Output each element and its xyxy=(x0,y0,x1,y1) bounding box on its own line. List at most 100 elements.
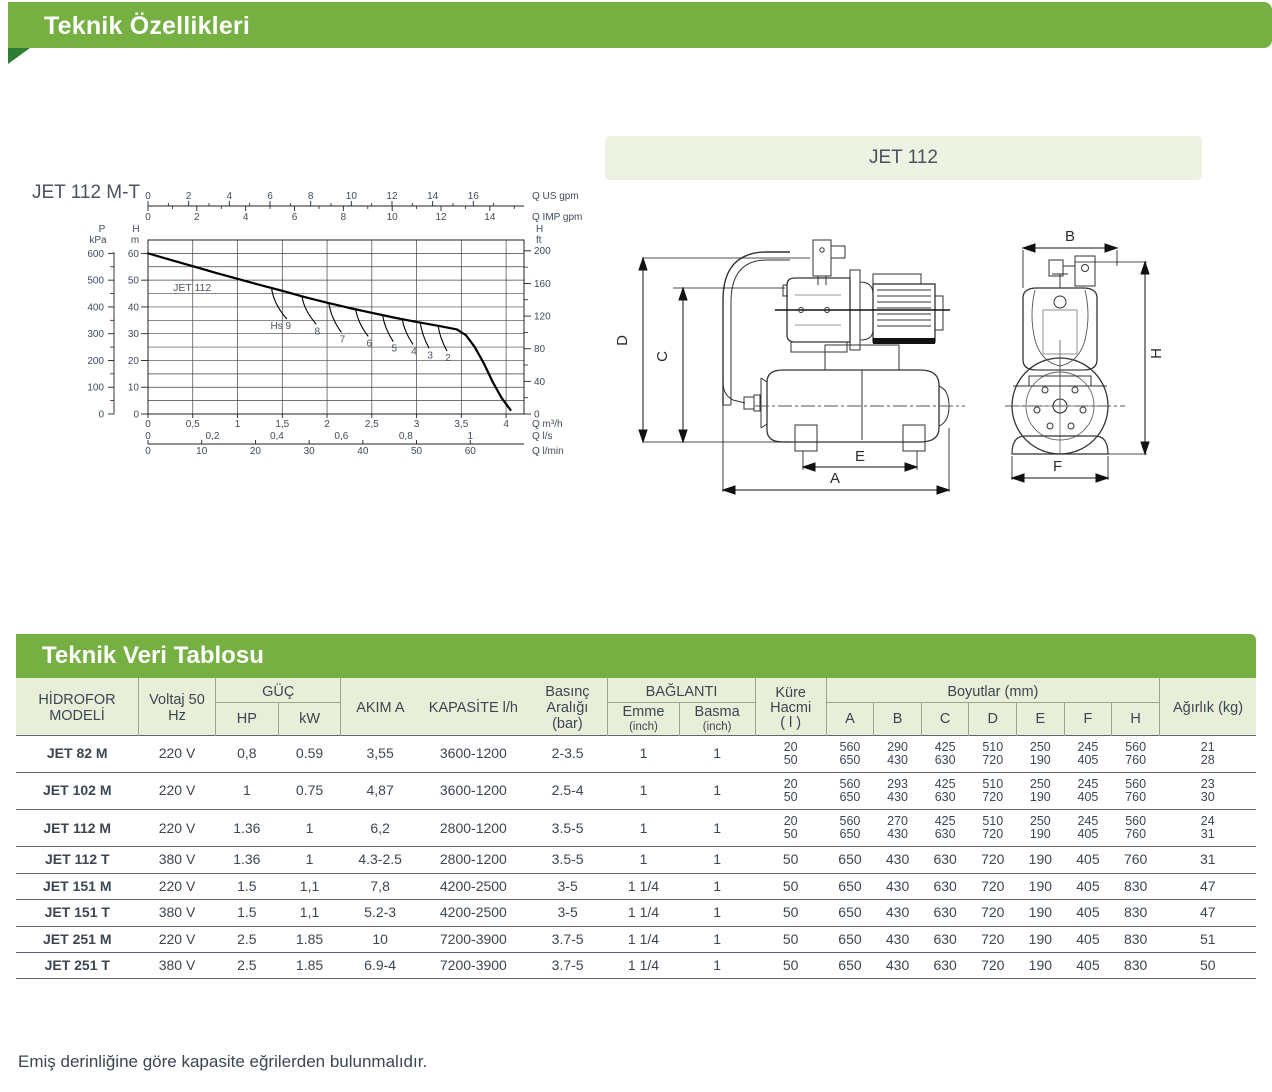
cell-capacity: 3600-1200 xyxy=(419,734,528,773)
cell-weight: 23 30 xyxy=(1159,771,1256,810)
header-capacity: KAPASİTE l/h xyxy=(419,678,528,736)
cell-tank: 20 50 xyxy=(755,734,827,773)
header-conn-discharge: Basma (inch) xyxy=(678,702,756,736)
cell-line: 50 xyxy=(783,827,798,842)
cell-f: 245 405 xyxy=(1064,771,1112,810)
cell-tank: 50 xyxy=(755,925,827,953)
svg-text:0: 0 xyxy=(145,191,151,202)
footer-note: Emiş derinliğine göre kapasite eğrilerde… xyxy=(18,1052,428,1071)
cell-weight: 50 xyxy=(1159,952,1256,980)
page-title: Teknik Özellikleri xyxy=(44,12,251,40)
svg-text:kPa: kPa xyxy=(89,235,107,246)
cell-e: 190 xyxy=(1016,899,1065,927)
cell-current: 4.3-2.5 xyxy=(340,846,420,874)
cell-d: 510 720 xyxy=(968,734,1017,773)
cell-line: 720 xyxy=(982,827,1004,842)
svg-text:160: 160 xyxy=(534,279,551,290)
cell-pressure: 3.7-5 xyxy=(527,925,608,953)
cell-model: JET 112 M xyxy=(16,809,139,847)
cell-hp: 0,8 xyxy=(215,734,279,773)
table-row: JET 82 M 220 V 0,8 0.59 3,55 3600-1200 2-3.5 1 1… xyxy=(16,734,1256,773)
cell-f: 245 405 xyxy=(1064,809,1112,847)
cell-model: JET 82 M xyxy=(16,734,139,773)
cell-c: 425 630 xyxy=(921,809,969,847)
cell-b: 430 xyxy=(873,899,922,927)
cell-voltage: 220 V xyxy=(138,872,216,900)
svg-text:50: 50 xyxy=(128,276,140,287)
cell-tank: 20 50 xyxy=(755,771,827,810)
cell-a: 560 650 xyxy=(826,809,874,847)
svg-text:200: 200 xyxy=(534,246,551,257)
cell-e: 190 xyxy=(1016,872,1065,900)
header-dim-c: C xyxy=(920,702,969,736)
svg-text:200: 200 xyxy=(87,356,104,367)
cell-kw: 1,1 xyxy=(278,899,341,927)
header-conn-suction-text: Emme xyxy=(622,704,665,721)
cell-d: 720 xyxy=(968,872,1017,900)
cell-capacity: 4200-2500 xyxy=(419,872,528,900)
svg-text:8: 8 xyxy=(315,326,321,337)
header-model: HİDROFOR MODELİ xyxy=(16,678,139,736)
cell-discharge: 1 xyxy=(679,899,756,927)
svg-text:4: 4 xyxy=(227,191,233,202)
svg-text:400: 400 xyxy=(87,302,104,313)
cell-tank: 50 xyxy=(755,846,827,874)
cell-voltage: 220 V xyxy=(138,809,216,847)
cell-e: 250 190 xyxy=(1016,809,1065,847)
cell-h: 830 xyxy=(1111,899,1160,927)
dimension-label-a: A xyxy=(830,470,841,487)
svg-text:4: 4 xyxy=(411,346,417,357)
svg-text:0: 0 xyxy=(98,409,104,420)
cell-line: 510 xyxy=(982,739,1004,754)
cell-b: 430 xyxy=(873,872,922,900)
header-power-kw: kW xyxy=(277,702,341,736)
header-conn-suction: Emme (inch) xyxy=(607,702,680,736)
cell-discharge: 1 xyxy=(679,925,756,953)
cell-line: 630 xyxy=(934,827,956,842)
cell-line: 430 xyxy=(887,752,908,767)
cell-model: JET 112 T xyxy=(16,846,139,874)
table-row: JET 151 T 380 V 1.5 1,1 5.2-3 4200-2500 3-5 1 1… xyxy=(16,899,1256,927)
cell-voltage: 380 V xyxy=(138,899,216,927)
svg-text:4: 4 xyxy=(503,419,509,430)
svg-text:0: 0 xyxy=(145,446,151,457)
cell-hp: 1 xyxy=(215,771,279,810)
cell-suction: 1 1/4 xyxy=(607,925,680,953)
cell-c: 425 630 xyxy=(921,734,969,773)
cell-discharge: 1 xyxy=(679,846,756,874)
cell-tank: 50 xyxy=(755,952,827,980)
drawing-title-bar: JET 112 xyxy=(605,136,1202,180)
svg-text:3: 3 xyxy=(414,419,420,430)
cell-a: 650 xyxy=(826,952,874,980)
cell-a: 560 650 xyxy=(826,734,874,773)
cell-discharge: 1 xyxy=(679,872,756,900)
cell-pressure: 2.5-4 xyxy=(527,771,608,810)
cell-e: 190 xyxy=(1016,952,1065,980)
cell-suction: 1 1/4 xyxy=(607,952,680,980)
cell-line: 630 xyxy=(934,752,956,767)
svg-text:30: 30 xyxy=(304,446,316,457)
cell-weight: 51 xyxy=(1159,925,1256,953)
svg-text:0,6: 0,6 xyxy=(334,431,348,442)
cell-suction: 1 xyxy=(607,809,680,847)
svg-text:300: 300 xyxy=(87,329,104,340)
cell-a: 560 650 xyxy=(826,771,874,810)
cell-line: 430 xyxy=(887,827,908,842)
cell-line: 245 xyxy=(1077,739,1099,754)
cell-line: 650 xyxy=(839,827,861,842)
svg-text:Q US gpm: Q US gpm xyxy=(532,191,579,202)
header-dim-d: D xyxy=(968,702,1017,736)
svg-text:3,5: 3,5 xyxy=(454,419,468,430)
svg-text:JET 112: JET 112 xyxy=(173,282,211,294)
cell-voltage: 220 V xyxy=(138,734,216,773)
svg-text:2: 2 xyxy=(194,212,200,223)
svg-text:500: 500 xyxy=(87,276,104,287)
cell-line: 290 xyxy=(887,739,908,754)
svg-text:8: 8 xyxy=(308,191,314,202)
table-row: JET 112 M 220 V 1.36 1 6,2 2800-1200 3.5-5 1 1 20… xyxy=(16,809,1256,847)
cell-line: 650 xyxy=(839,790,861,805)
cell-kw: 0.59 xyxy=(278,734,341,773)
svg-text:Hs 9: Hs 9 xyxy=(270,321,291,332)
technical-drawing: D C E A B H F xyxy=(605,190,1205,510)
cell-hp: 1.5 xyxy=(215,899,279,927)
